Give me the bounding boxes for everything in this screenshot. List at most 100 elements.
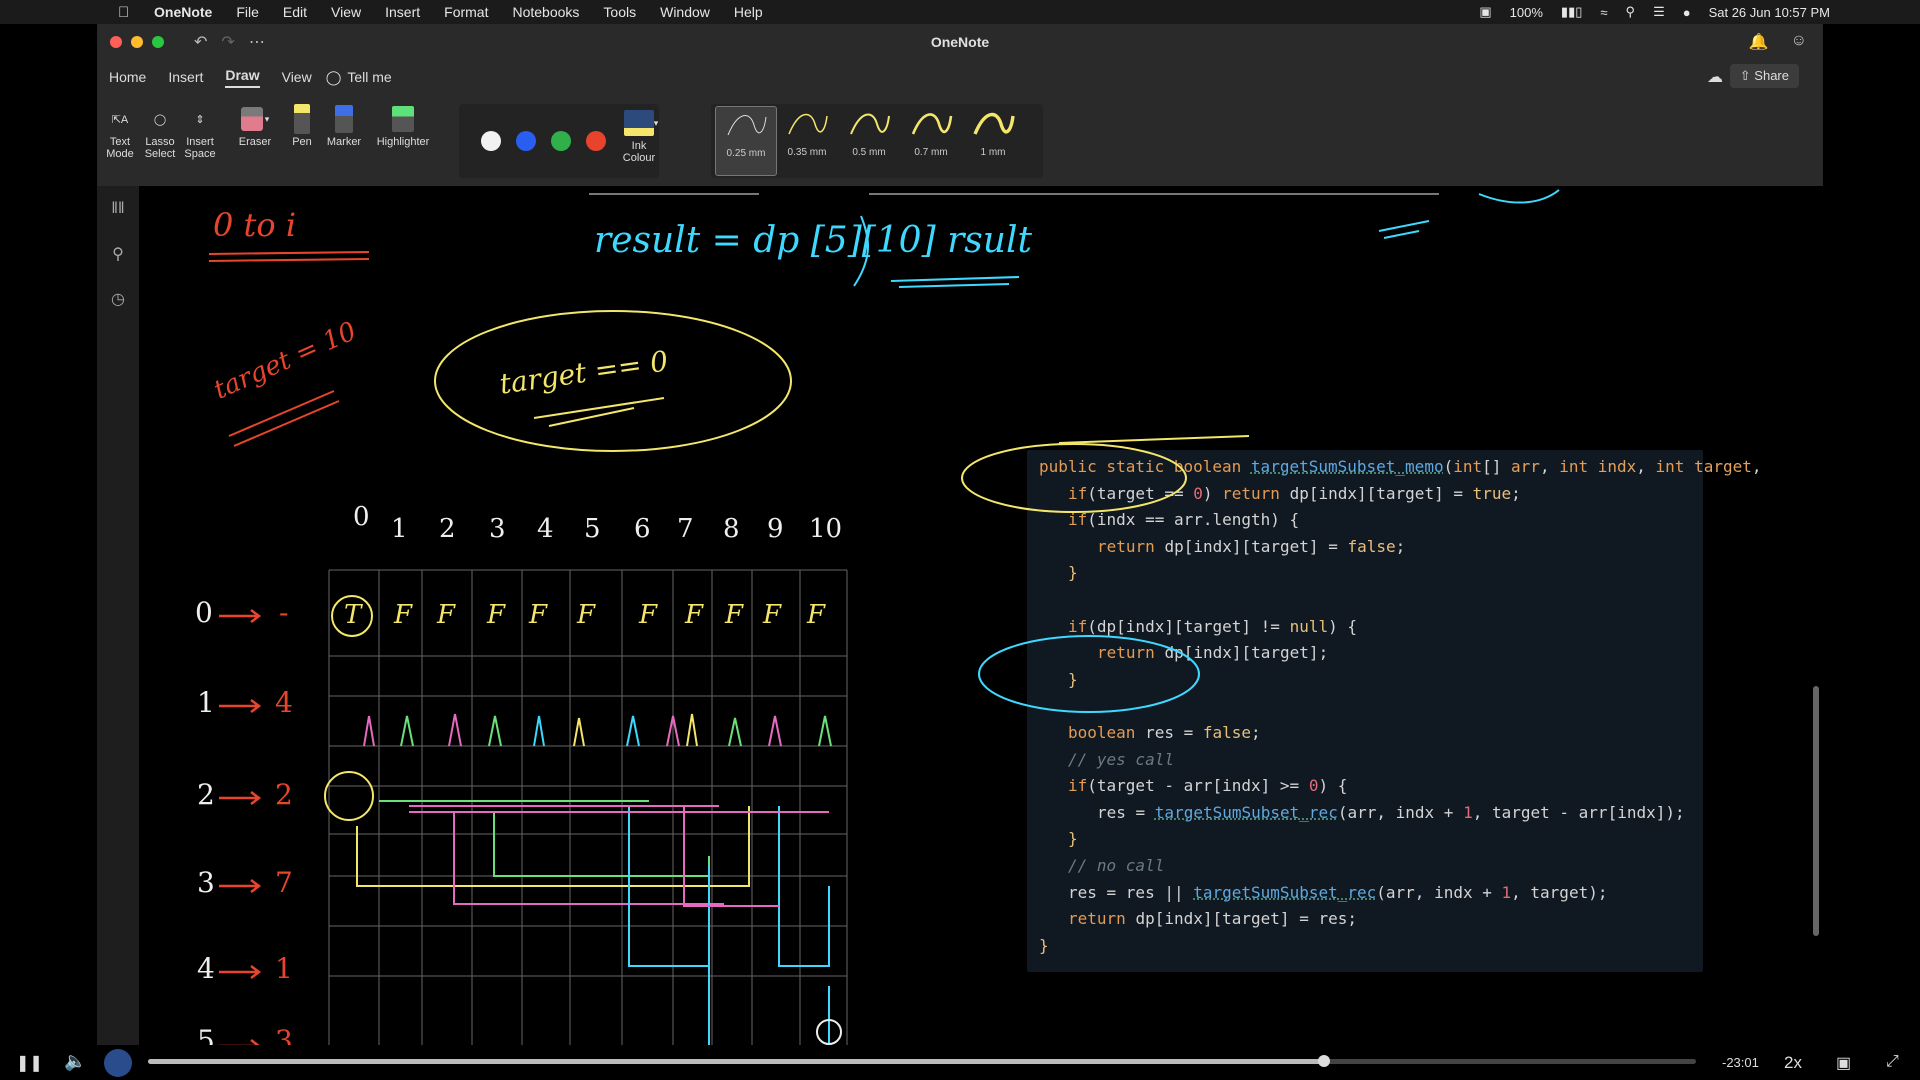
exit-fullscreen-icon[interactable]: ⤢ (1886, 1053, 1899, 1071)
battery-percent: 100% (1509, 4, 1543, 20)
code-line: if(dp[indx][target] != null) { (1068, 616, 1357, 636)
menu-help[interactable]: Help (734, 4, 763, 20)
highlighter-icon (373, 102, 433, 136)
menu-window[interactable]: Window (660, 4, 710, 20)
menubar-clock[interactable]: Sat 26 Jun 10:57 PM (1709, 5, 1830, 20)
pen-size-0-5[interactable]: 0.5 mm (839, 106, 899, 174)
tab-view[interactable]: View (282, 69, 312, 85)
video-progress-fill (148, 1059, 1325, 1064)
tab-draw[interactable]: Draw (225, 67, 260, 88)
pause-icon[interactable]: ❚❚ (16, 1053, 43, 1073)
pen-stroke-preview-icon (973, 112, 1015, 135)
lasso-select-button[interactable]: ◯ Lasso Select (143, 102, 177, 161)
pen-size-0-35[interactable]: 0.35 mm (777, 106, 837, 174)
menu-format[interactable]: Format (444, 4, 488, 20)
pen-size-0-25[interactable]: 0.25 mm (715, 106, 777, 176)
volume-icon[interactable]: 🔈 (64, 1051, 86, 1072)
lasso-icon: ◯ (153, 113, 167, 126)
notebooks-icon[interactable]: ‖‖ (97, 186, 139, 231)
highlighter-button[interactable]: Highlighter (373, 102, 433, 148)
code-line: return dp[indx][target]; (1097, 643, 1329, 663)
video-progress-bar[interactable] (148, 1055, 1696, 1067)
column-header: 2 (439, 514, 456, 544)
menu-tools[interactable]: Tools (603, 4, 636, 20)
screen-record-icon[interactable]: ▣ (1479, 4, 1491, 20)
code-line: if(target - arr[indx] >= 0) { (1068, 776, 1348, 796)
picture-in-picture-icon[interactable]: ▣ (1836, 1053, 1851, 1073)
notifications-bell-icon[interactable]: 🔔 (1749, 32, 1769, 52)
column-header: 0 (353, 502, 370, 532)
dp-cell: F (639, 600, 658, 630)
menu-view[interactable]: View (331, 4, 361, 20)
code-line: } (1068, 563, 1078, 583)
menu-app-name[interactable]: OneNote (154, 4, 212, 20)
code-line: public static boolean targetSumSubset_me… (1039, 457, 1762, 476)
insert-space-button[interactable]: ⇕ Insert Space (183, 102, 217, 161)
text-mode-icon: ⇱A (111, 113, 129, 126)
search-icon[interactable]: ⚲ (97, 231, 139, 276)
navigation-sidebar: ‖‖ ⚲ ◷ (97, 186, 139, 1054)
pen-size-gallery: 0.25 mm 0.35 mm 0.5 mm 0.7 mm 1 mm (711, 104, 1043, 178)
vertical-scrollbar[interactable] (1813, 686, 1819, 936)
apple-icon[interactable]:  (118, 4, 129, 21)
siri-icon[interactable]: ● (1683, 5, 1691, 20)
eraser-button[interactable]: ▾ Eraser (235, 102, 275, 148)
color-white-swatch[interactable] (481, 131, 501, 151)
onenote-window: ↶ ↷ ⋯ OneNote 🔔 ☺ Home Insert Draw View … (97, 24, 1823, 1054)
color-blue-swatch[interactable] (516, 131, 536, 151)
marker-button[interactable]: Marker (325, 102, 363, 148)
code-snippet-image: public static boolean targetSumSubset_me… (1027, 450, 1762, 972)
highlighter-label: Highlighter (376, 136, 430, 148)
dp-cell: F (725, 600, 744, 630)
column-header: 7 (677, 514, 694, 544)
pen-size-0-7[interactable]: 0.7 mm (901, 106, 961, 174)
menu-edit[interactable]: Edit (283, 4, 307, 20)
row-arrows (219, 609, 262, 1053)
menu-file[interactable]: File (236, 4, 259, 20)
ink-colour-label: Ink Colour (622, 140, 656, 164)
video-progress-knob[interactable] (1318, 1055, 1331, 1067)
sync-cloud-icon[interactable]: ☁ (1707, 67, 1723, 87)
pen-label: Pen (292, 136, 312, 148)
page-canvas[interactable]: 0 to i result = dp [5][10] rsult target … (139, 186, 1823, 1054)
menu-notebooks[interactable]: Notebooks (512, 4, 579, 20)
row-index: 2 (197, 778, 215, 811)
feedback-smiley-icon[interactable]: ☺ (1791, 32, 1807, 52)
code-line: } (1068, 829, 1078, 849)
menu-insert[interactable]: Insert (385, 4, 420, 20)
code-line: // yes call (1068, 749, 1174, 769)
spotlight-search-icon[interactable]: ⚲ (1626, 4, 1636, 20)
control-center-icon[interactable]: ☰ (1653, 4, 1665, 20)
row-value: 7 (275, 866, 293, 899)
tell-me-search[interactable]: Tell me (347, 69, 391, 85)
code-line: return dp[indx][target] = false; (1097, 536, 1406, 556)
playhead-avatar[interactable] (104, 1049, 132, 1077)
text-mode-button[interactable]: ⇱A Text Mode (105, 102, 135, 161)
pen-button[interactable]: Pen (287, 102, 317, 148)
row-value: 1 (275, 952, 293, 985)
recent-notes-clock-icon[interactable]: ◷ (97, 276, 139, 321)
playback-speed[interactable]: 2x (1784, 1053, 1802, 1073)
draw-ribbon: ⇱A Text Mode ◯ Lasso Select ⇕ Insert Spa… (97, 94, 1823, 187)
share-button[interactable]: ⇧ Share (1729, 64, 1799, 88)
marker-icon (325, 102, 363, 136)
recursion-paths (356, 800, 842, 1047)
tab-insert[interactable]: Insert (168, 69, 203, 85)
pen-size-label: 0.25 mm (726, 148, 766, 159)
ink-colour-button[interactable]: ▾ Ink Colour (619, 106, 663, 164)
code-line: if(indx == arr.length) { (1068, 510, 1300, 530)
color-red-swatch[interactable] (586, 131, 606, 151)
pen-stroke-preview-icon (727, 115, 767, 136)
battery-icon[interactable]: ▮▮▯ (1561, 4, 1582, 20)
code-line: return dp[indx][target] = res; (1068, 909, 1357, 929)
row-index: 1 (197, 686, 215, 719)
column-header: 5 (584, 514, 601, 544)
color-green-swatch[interactable] (551, 131, 571, 151)
row-index: 0 (195, 596, 213, 629)
wifi-icon[interactable]: ≈ (1600, 5, 1607, 20)
pen-size-1[interactable]: 1 mm (963, 106, 1023, 174)
tab-home[interactable]: Home (109, 69, 146, 85)
eraser-label: Eraser (238, 136, 272, 148)
